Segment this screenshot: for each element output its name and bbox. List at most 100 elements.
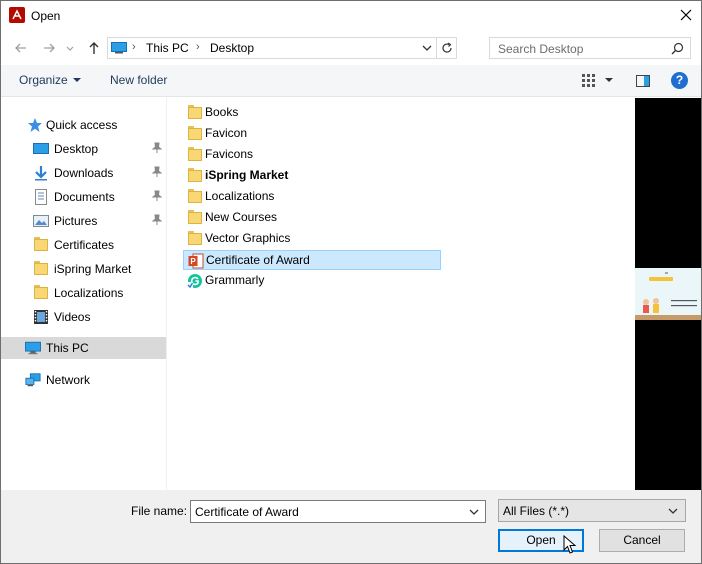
- search-icon: [671, 42, 684, 55]
- list-item-vector-graphics[interactable]: Vector Graphics: [183, 229, 441, 249]
- acrobat-icon: [9, 7, 25, 23]
- nav-item-label: Certificates: [54, 238, 115, 252]
- help-icon[interactable]: ?: [671, 72, 688, 89]
- nav-item-label: iSpring Market: [54, 262, 132, 276]
- cancel-button[interactable]: Cancel: [599, 529, 685, 552]
- list-item-books[interactable]: Books: [183, 103, 441, 123]
- file-name-label: File name:: [131, 504, 188, 518]
- address-bar[interactable]: › This PC › Desktop: [107, 37, 457, 59]
- file-name: Vector Graphics: [205, 231, 291, 245]
- folder-icon: [33, 285, 49, 301]
- desktop-icon: [33, 143, 49, 154]
- folder-icon: [187, 231, 203, 247]
- forward-button[interactable]: [41, 40, 57, 56]
- folder-icon: [187, 168, 203, 184]
- download-icon: [35, 166, 47, 181]
- file-name-field[interactable]: Certificate of Award: [195, 505, 299, 519]
- breadcrumb-separator: ›: [196, 41, 200, 53]
- nav-item-desktop[interactable]: Desktop: [1, 138, 166, 160]
- open-dialog: Open › This PC › Desktop Search Desktop …: [0, 0, 702, 564]
- computer-icon: [111, 42, 127, 54]
- videos-icon: [34, 310, 48, 324]
- recent-locations-button[interactable]: [65, 40, 77, 56]
- nav-item-downloads[interactable]: Downloads: [1, 162, 166, 184]
- back-button[interactable]: [13, 40, 29, 56]
- folder-icon: [187, 126, 203, 142]
- list-item-grammarly[interactable]: Grammarly: [183, 271, 441, 291]
- breadcrumb-this-pc[interactable]: This PC: [146, 41, 189, 55]
- up-button[interactable]: [86, 40, 102, 56]
- file-name: Localizations: [205, 189, 275, 203]
- nav-item-localizations[interactable]: Localizations: [1, 282, 166, 304]
- file-list[interactable]: Books Favicon Favicons iSpring Market Lo…: [167, 98, 635, 490]
- nav-item-label: Desktop: [54, 142, 99, 156]
- nav-item-label: Network: [46, 373, 91, 387]
- list-item-certificate-of-award[interactable]: P Certificate of Award: [183, 250, 441, 270]
- nav-item-certificates[interactable]: Certificates: [1, 234, 166, 256]
- nav-item-pictures[interactable]: Pictures: [1, 210, 166, 232]
- list-item-localizations[interactable]: Localizations: [183, 187, 441, 207]
- arrow-left-icon: [15, 43, 26, 53]
- nav-item-videos[interactable]: Videos: [1, 306, 166, 328]
- powerpoint-icon: P: [188, 253, 204, 269]
- chevron-down-icon: [668, 508, 678, 514]
- new-folder-button[interactable]: New folder: [110, 73, 167, 87]
- navigation-pane[interactable]: Quick access Desktop Downloads Documents…: [1, 98, 167, 490]
- search-placeholder: Search Desktop: [498, 42, 584, 56]
- mouse-cursor-icon: [563, 535, 577, 554]
- organize-button[interactable]: Organize: [19, 73, 81, 87]
- nav-item-this-pc[interactable]: This PC: [1, 337, 166, 359]
- view-options-dropdown[interactable]: [605, 78, 613, 82]
- arrow-right-icon: [44, 43, 55, 53]
- command-bar: Organize New folder ?: [1, 65, 701, 97]
- file-name-combobox[interactable]: Certificate of Award: [190, 500, 486, 523]
- folder-icon: [33, 261, 49, 277]
- folder-icon: [187, 189, 203, 205]
- close-button[interactable]: [671, 1, 701, 31]
- preview-pane: [635, 98, 701, 490]
- search-input[interactable]: Search Desktop: [489, 37, 691, 59]
- file-type-select[interactable]: All Files (*.*): [498, 499, 686, 522]
- window-title: Open: [31, 9, 61, 23]
- nav-item-quick-access[interactable]: Quick access: [1, 114, 166, 136]
- pin-icon: [151, 214, 163, 225]
- caret-down-icon: [72, 78, 81, 82]
- certificate-preview-image: [635, 268, 701, 320]
- chevron-down-icon[interactable]: [468, 507, 480, 517]
- list-item-favicons[interactable]: Favicons: [183, 145, 441, 165]
- list-item-ispring-market[interactable]: iSpring Market: [183, 166, 441, 186]
- organize-label: Organize: [19, 73, 68, 87]
- file-name: Certificate of Award: [206, 253, 310, 267]
- breadcrumb-separator: ›: [132, 41, 136, 53]
- address-dropdown-button[interactable]: [420, 41, 434, 55]
- nav-item-label: Quick access: [46, 118, 118, 132]
- folder-icon: [187, 147, 203, 163]
- view-grid-icon[interactable]: [581, 73, 597, 89]
- pin-icon: [151, 166, 163, 177]
- refresh-button[interactable]: [436, 38, 456, 58]
- breadcrumb-desktop[interactable]: Desktop: [210, 41, 254, 55]
- pin-icon: [151, 142, 163, 153]
- dialog-footer: File name: Certificate of Award All File…: [1, 490, 701, 563]
- new-folder-label: New folder: [110, 73, 168, 87]
- network-icon: [25, 373, 41, 387]
- star-icon: [28, 118, 42, 132]
- title-bar: Open: [1, 1, 701, 31]
- list-item-favicon[interactable]: Favicon: [183, 124, 441, 144]
- list-item-new-courses[interactable]: New Courses: [183, 208, 441, 228]
- file-name: iSpring Market: [205, 168, 289, 182]
- refresh-icon: [442, 42, 452, 53]
- nav-item-documents[interactable]: Documents: [1, 186, 166, 208]
- file-name: Books: [205, 105, 239, 119]
- folder-icon: [187, 105, 203, 121]
- nav-item-network[interactable]: Network: [1, 369, 166, 391]
- computer-icon: [25, 341, 41, 355]
- folder-icon: [187, 210, 203, 226]
- nav-item-ispring-market[interactable]: iSpring Market: [1, 258, 166, 280]
- chevron-down-icon: [422, 45, 432, 51]
- nav-item-label: Videos: [54, 310, 91, 324]
- preview-pane-icon[interactable]: [635, 73, 651, 89]
- file-name: Favicons: [205, 147, 254, 161]
- file-name: Favicon: [205, 126, 248, 140]
- nav-item-label: Documents: [54, 190, 115, 204]
